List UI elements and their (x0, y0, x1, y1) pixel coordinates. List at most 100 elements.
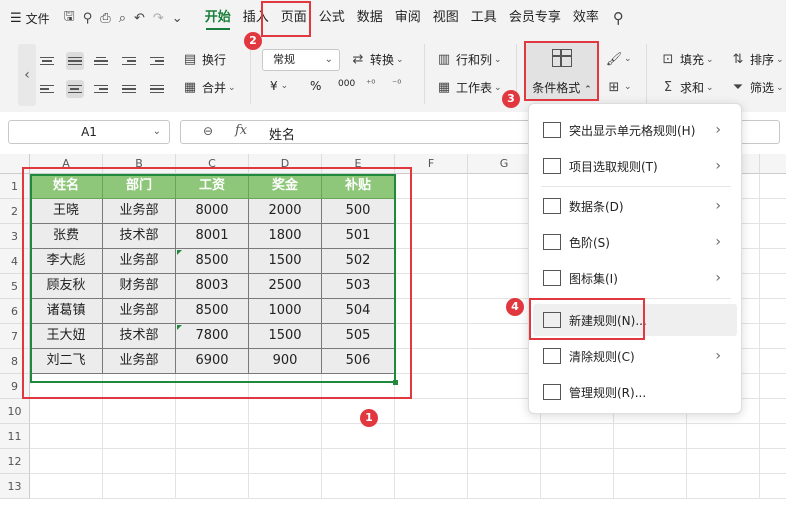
menu-item-clear-rules[interactable]: 清除规则(C) › (533, 340, 737, 372)
table-cell[interactable]: 8500 (176, 249, 249, 274)
empty-cell[interactable] (103, 399, 176, 424)
table-cell[interactable]: 1500 (249, 249, 322, 274)
row-header-6[interactable]: 6 (0, 299, 30, 324)
table-header-cell[interactable]: 补贴 (322, 174, 395, 199)
table-cell[interactable]: 8003 (176, 274, 249, 299)
empty-cell[interactable] (760, 474, 786, 499)
share-icon[interactable]: ⚲ (83, 11, 93, 26)
table-cell[interactable]: 8000 (176, 199, 249, 224)
row-header-5[interactable]: 5 (0, 274, 30, 299)
empty-cell[interactable] (249, 449, 322, 474)
empty-cell[interactable] (322, 449, 395, 474)
table-cell[interactable]: 技术部 (103, 224, 176, 249)
empty-cell[interactable] (687, 449, 760, 474)
row-header-8[interactable]: 8 (0, 349, 30, 374)
table-cell[interactable]: 顾友秋 (30, 274, 103, 299)
empty-cell[interactable] (395, 474, 468, 499)
empty-cell[interactable] (468, 449, 541, 474)
row-header-1[interactable]: 1 (0, 174, 30, 199)
print-icon[interactable]: ⎙ (100, 11, 110, 26)
table-cell[interactable]: 506 (322, 349, 395, 374)
table-cell[interactable]: 业务部 (103, 249, 176, 274)
row-header-9[interactable]: 9 (0, 374, 30, 399)
empty-cell[interactable] (249, 399, 322, 424)
empty-cell[interactable] (322, 374, 395, 399)
tab-review[interactable]: 审阅 (389, 0, 427, 36)
file-menu[interactable]: ☰ 文件 (0, 10, 58, 27)
table-cell[interactable]: 2500 (249, 274, 322, 299)
table-cell[interactable]: 1500 (249, 324, 322, 349)
column-header-D[interactable]: D (249, 154, 322, 174)
distributed-icon[interactable] (150, 80, 168, 98)
table-cell[interactable]: 1800 (249, 224, 322, 249)
table-cell[interactable]: 6900 (176, 349, 249, 374)
sort-button[interactable]: ⇅ 排序 ⌄ (730, 51, 784, 68)
table-cell[interactable]: 业务部 (103, 349, 176, 374)
column-header-E[interactable]: E (322, 154, 395, 174)
table-cell[interactable]: 王晓 (30, 199, 103, 224)
table-cell[interactable]: 张费 (30, 224, 103, 249)
worksheet-button[interactable]: ▦ 工作表 ⌄ (436, 79, 502, 96)
column-header-F[interactable]: F (395, 154, 468, 174)
empty-cell[interactable] (103, 474, 176, 499)
menu-item-manage-rules[interactable]: 管理规则(R)... (533, 376, 737, 408)
print-preview-icon[interactable]: ⌕ (119, 11, 126, 26)
empty-cell[interactable] (30, 424, 103, 449)
table-header-cell[interactable]: 奖金 (249, 174, 322, 199)
convert-button[interactable]: ⇄ 转换 ⌄ (350, 51, 404, 68)
more-chevron-icon[interactable]: ⌄ (172, 11, 183, 26)
empty-cell[interactable] (760, 374, 786, 399)
row-header-3[interactable]: 3 (0, 224, 30, 249)
menu-item-new-rule[interactable]: 新建规则(N)... (533, 304, 737, 336)
conditional-format-button[interactable]: 条件格式 ⌃ (526, 43, 598, 99)
table-cell[interactable]: 业务部 (103, 199, 176, 224)
table-cell[interactable]: 900 (249, 349, 322, 374)
align-bottom-icon[interactable] (94, 52, 112, 70)
empty-cell[interactable] (322, 399, 395, 424)
border-button[interactable]: ⊞ ⌄ (606, 79, 632, 95)
column-header-A[interactable]: A (30, 154, 103, 174)
table-cell[interactable]: 504 (322, 299, 395, 324)
tab-home[interactable]: 开始 (199, 0, 237, 36)
table-cell[interactable]: 2000 (249, 199, 322, 224)
menu-item-highlight-cell-rules[interactable]: 突出显示单元格规则(H) › (533, 114, 737, 146)
table-cell[interactable]: 1000 (249, 299, 322, 324)
table-cell[interactable]: 502 (322, 249, 395, 274)
tab-member[interactable]: 会员专享 (503, 0, 567, 36)
table-header-cell[interactable]: 部门 (103, 174, 176, 199)
menu-item-icon-sets[interactable]: 图标集(I) › (533, 262, 737, 294)
currency-button[interactable]: ¥ ⌄ (270, 79, 288, 93)
search-icon[interactable]: ⚲ (613, 9, 624, 27)
row-header-7[interactable]: 7 (0, 324, 30, 349)
empty-cell[interactable] (760, 424, 786, 449)
cell-style-button[interactable]: 🖌 ⌄ (606, 51, 632, 67)
menu-item-top-bottom-rules[interactable]: 项目选取规则(T) › (533, 150, 737, 182)
empty-cell[interactable] (395, 374, 468, 399)
percent-button[interactable]: % (310, 79, 321, 93)
zoom-icon[interactable]: ⊖ (203, 124, 213, 138)
table-cell[interactable]: 503 (322, 274, 395, 299)
table-header-cell[interactable]: 姓名 (30, 174, 103, 199)
table-cell[interactable]: 7800 (176, 324, 249, 349)
table-cell[interactable]: 技术部 (103, 324, 176, 349)
empty-cell[interactable] (322, 474, 395, 499)
empty-cell[interactable] (395, 224, 468, 249)
save-icon[interactable]: 🖫 (64, 7, 75, 29)
decrease-decimal-button[interactable]: ⁻⁰ (392, 79, 401, 90)
align-left-icon[interactable] (40, 80, 58, 98)
table-cell[interactable]: 财务部 (103, 274, 176, 299)
table-cell[interactable]: 诸葛镇 (30, 299, 103, 324)
empty-cell[interactable] (395, 349, 468, 374)
empty-cell[interactable] (249, 374, 322, 399)
tab-page[interactable]: 页面 (275, 0, 313, 36)
column-header-B[interactable]: B (103, 154, 176, 174)
align-top-icon[interactable] (40, 52, 58, 70)
empty-cell[interactable] (176, 374, 249, 399)
table-header-cell[interactable]: 工资 (176, 174, 249, 199)
empty-cell[interactable] (176, 399, 249, 424)
empty-cell[interactable] (760, 449, 786, 474)
table-cell[interactable]: 500 (322, 199, 395, 224)
empty-cell[interactable] (760, 224, 786, 249)
empty-cell[interactable] (760, 274, 786, 299)
table-cell[interactable]: 505 (322, 324, 395, 349)
